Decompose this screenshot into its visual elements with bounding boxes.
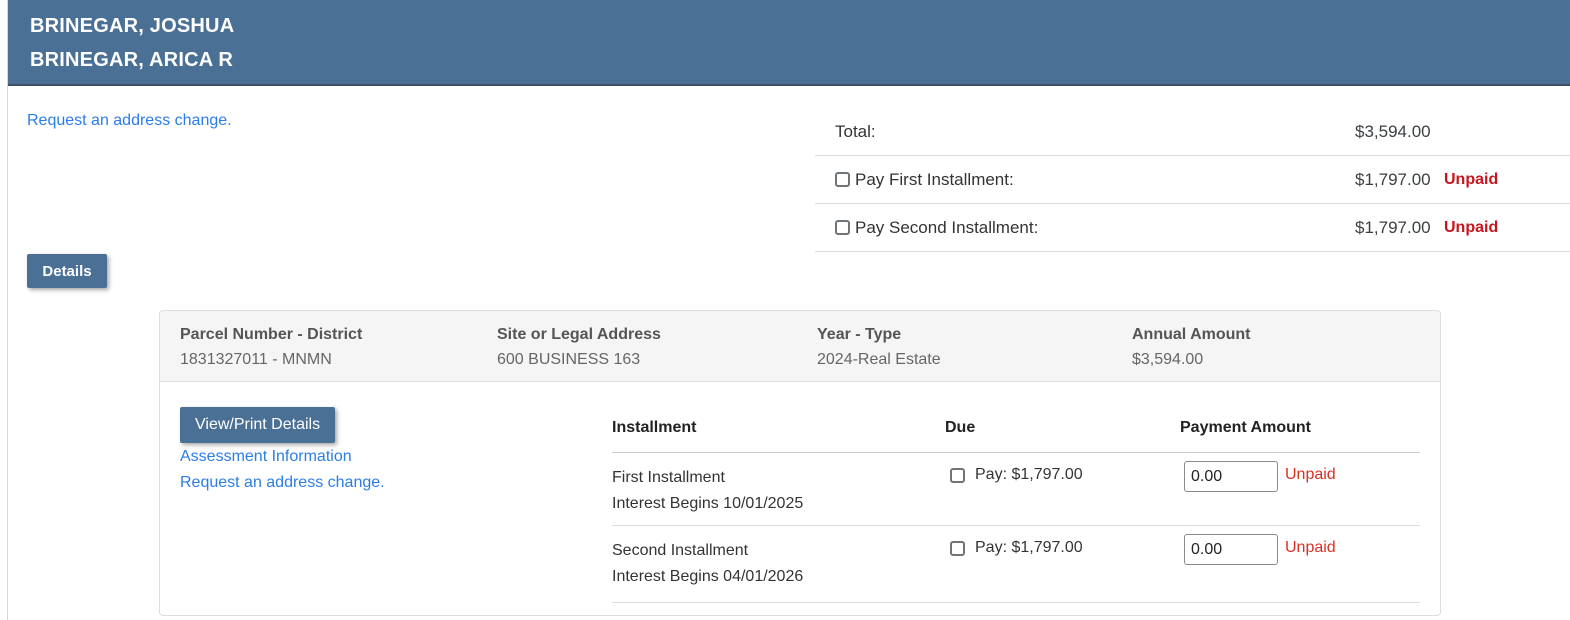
installment-name: Second Installment [612,542,749,559]
payment-summary: Total: $3,594.00 Pay First Installment: … [815,108,1570,252]
parcel-number-column: Parcel Number - District 1831327011 - MN… [180,323,362,373]
payment-amount-column-header: Payment Amount [1180,419,1311,436]
parcel-details-body: View/Print Details Assessment Informatio… [160,382,1440,617]
installment-row-second: Second Installment Interest Begins 04/01… [612,526,1420,603]
installments-table: Installment Due Payment Amount First Ins… [612,382,1420,603]
second-row-pay-checkbox[interactable] [950,541,965,556]
installments-table-header: Installment Due Payment Amount [612,382,1420,453]
second-row-pay-amount: Pay: $1,797.00 [975,539,1083,556]
second-row-status-badge: Unpaid [1285,539,1336,556]
first-installment-amount: $1,797.00 [1355,169,1431,189]
address-change-link[interactable]: Request an address change. [27,112,232,130]
view-print-details-button[interactable]: View/Print Details [180,407,336,443]
interest-begins-note: Interest Begins 04/01/2026 [612,568,804,585]
second-installment-payment-input[interactable] [1184,534,1278,565]
assessment-information-link[interactable]: Assessment Information [180,448,352,466]
address-change-link-panel[interactable]: Request an address change. [180,474,385,492]
first-row-status-badge: Unpaid [1285,466,1336,483]
first-installment-summary-row: Pay First Installment: $1,797.00 Unpaid [815,156,1570,204]
first-installment-payment-input[interactable] [1184,461,1278,492]
taxpayer-name-secondary: BRINEGAR, ARICA R [30,49,234,71]
second-installment-name-cell: Second Installment Interest Begins 04/01… [612,538,803,590]
parcel-number-value: 1831327011 - MNMN [180,351,332,368]
first-installment-status-badge: Unpaid [1444,170,1499,188]
pay-first-installment-label: Pay First Installment: [855,169,1014,189]
details-button[interactable]: Details [27,254,107,288]
parcel-summary-header: Parcel Number - District 1831327011 - MN… [160,311,1440,382]
year-type-value: 2024-Real Estate [817,351,941,368]
total-row: Total: $3,594.00 [815,108,1570,156]
total-label: Total: [835,121,876,141]
pay-second-installment-label: Pay Second Installment: [855,217,1039,237]
first-row-pay-checkbox[interactable] [950,468,965,483]
annual-amount-value: $3,594.00 [1132,351,1204,368]
annual-amount-column: Annual Amount $3,594.00 [1132,323,1251,373]
site-address-label: Site or Legal Address [497,326,661,343]
first-row-pay-amount: Pay: $1,797.00 [975,466,1083,483]
second-installment-amount: $1,797.00 [1355,217,1431,237]
interest-begins-note: Interest Begins 10/01/2025 [612,495,804,512]
site-address-value: 600 BUSINESS 163 [497,351,641,368]
second-installment-status-badge: Unpaid [1444,218,1499,236]
installment-row-first: First Installment Interest Begins 10/01/… [612,453,1420,526]
site-address-column: Site or Legal Address 600 BUSINESS 163 [497,323,661,373]
annual-amount-label: Annual Amount [1132,326,1251,343]
page-left-border [7,0,8,620]
parcel-number-label: Parcel Number - District [180,326,363,343]
first-installment-name-cell: First Installment Interest Begins 10/01/… [612,465,803,517]
installment-column-header: Installment [612,419,697,436]
taxpayer-name-primary: BRINEGAR, JOSHUA [30,15,235,37]
parcel-details-panel: Parcel Number - District 1831327011 - MN… [159,310,1441,616]
year-type-label: Year - Type [817,326,902,343]
year-type-column: Year - Type 2024-Real Estate [817,323,941,373]
second-installment-summary-row: Pay Second Installment: $1,797.00 Unpaid [815,204,1570,252]
installment-name: First Installment [612,469,725,486]
taxpayer-header: BRINEGAR, JOSHUA BRINEGAR, ARICA R [8,0,1570,86]
due-column-header: Due [945,419,976,436]
pay-second-installment-checkbox[interactable] [835,220,850,235]
tax-payment-page: BRINEGAR, JOSHUA BRINEGAR, ARICA R Reque… [0,0,1570,620]
pay-first-installment-checkbox[interactable] [835,172,850,187]
total-amount: $3,594.00 [1355,121,1431,141]
